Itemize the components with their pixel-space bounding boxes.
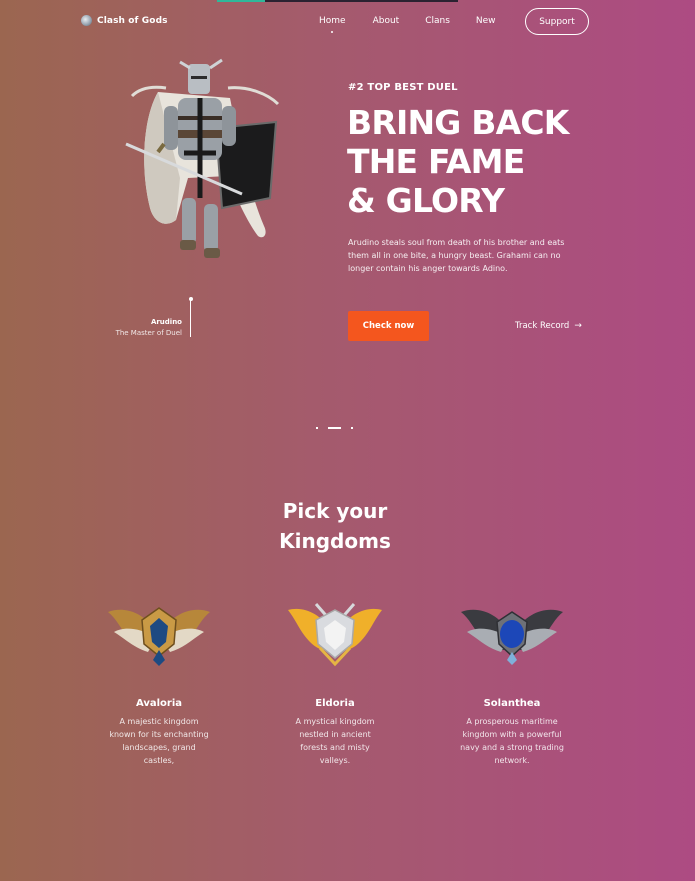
brand-logo-icon	[81, 15, 92, 26]
main-menu: Home About Clans New	[319, 16, 496, 33]
track-record-label: Track Record	[515, 321, 570, 331]
kingdom-description: A mystical kingdom nestled in ancient fo…	[295, 717, 375, 765]
section-title-line-2: Kingdoms	[279, 529, 391, 553]
hero-eyebrow: #2 TOP BEST DUEL	[348, 82, 458, 93]
caption-dot	[188, 297, 193, 301]
silver-winged-emblem-icon	[461, 609, 563, 665]
kingdoms-section-title: Pick your Kingdoms	[0, 496, 670, 556]
kingdom-description: A prosperous maritime kingdom with a pow…	[460, 717, 564, 765]
carousel-indicators	[316, 427, 353, 429]
headline-line-3: & GLORY	[347, 181, 505, 220]
nav-about-link[interactable]: About	[373, 16, 400, 26]
carousel-dot-1[interactable]	[316, 427, 318, 429]
carousel-dot-3[interactable]	[351, 427, 353, 429]
brand-name: Clash of Gods	[97, 15, 168, 26]
brand[interactable]: Clash of Gods	[81, 15, 168, 26]
character-caption: Arudino The Master of Duel	[116, 318, 182, 337]
kingdom-card-avaloria[interactable]: Avaloria A majestic kingdom known for it…	[89, 598, 229, 767]
navbar: Clash of Gods Home About Clans New Suppo…	[0, 0, 695, 44]
support-button[interactable]: Support	[525, 8, 589, 35]
character-name: Arudino	[150, 318, 182, 326]
bronze-winged-emblem-icon	[108, 607, 210, 666]
caption-divider	[190, 300, 191, 337]
nav-new-link[interactable]: New	[476, 16, 496, 26]
track-record-link[interactable]: Track Record →	[515, 321, 582, 331]
hero-headline: BRING BACK THE FAME & GLORY	[347, 103, 607, 220]
kingdom-name: Solanthea	[483, 698, 541, 709]
nav-clans-link[interactable]: Clans	[425, 16, 450, 26]
nav-home-link[interactable]: Home	[319, 16, 346, 33]
headline-line-1: BRING BACK	[347, 103, 569, 142]
kingdom-name: Avaloria	[135, 698, 183, 709]
arrow-right-icon: →	[574, 321, 582, 331]
kingdom-card-eldoria[interactable]: Eldoria A mystical kingdom nestled in an…	[265, 598, 405, 767]
knight-character-image	[125, 58, 280, 258]
hero-description: Arudino steals soul from death of his br…	[348, 238, 565, 273]
carousel-dot-2-active[interactable]	[328, 427, 341, 429]
kingdom-name: Eldoria	[315, 698, 355, 709]
section-title-line-1: Pick your	[282, 499, 388, 523]
check-now-button[interactable]: Check now	[348, 311, 429, 341]
kingdom-description: A majestic kingdom known for its enchant…	[109, 717, 209, 765]
kingdom-card-solanthea[interactable]: Solanthea A prosperous maritime kingdom …	[442, 598, 582, 767]
character-title: The Master of Duel	[115, 329, 182, 337]
gold-winged-emblem-icon	[288, 603, 382, 667]
headline-line-2: THE FAME	[347, 142, 525, 181]
